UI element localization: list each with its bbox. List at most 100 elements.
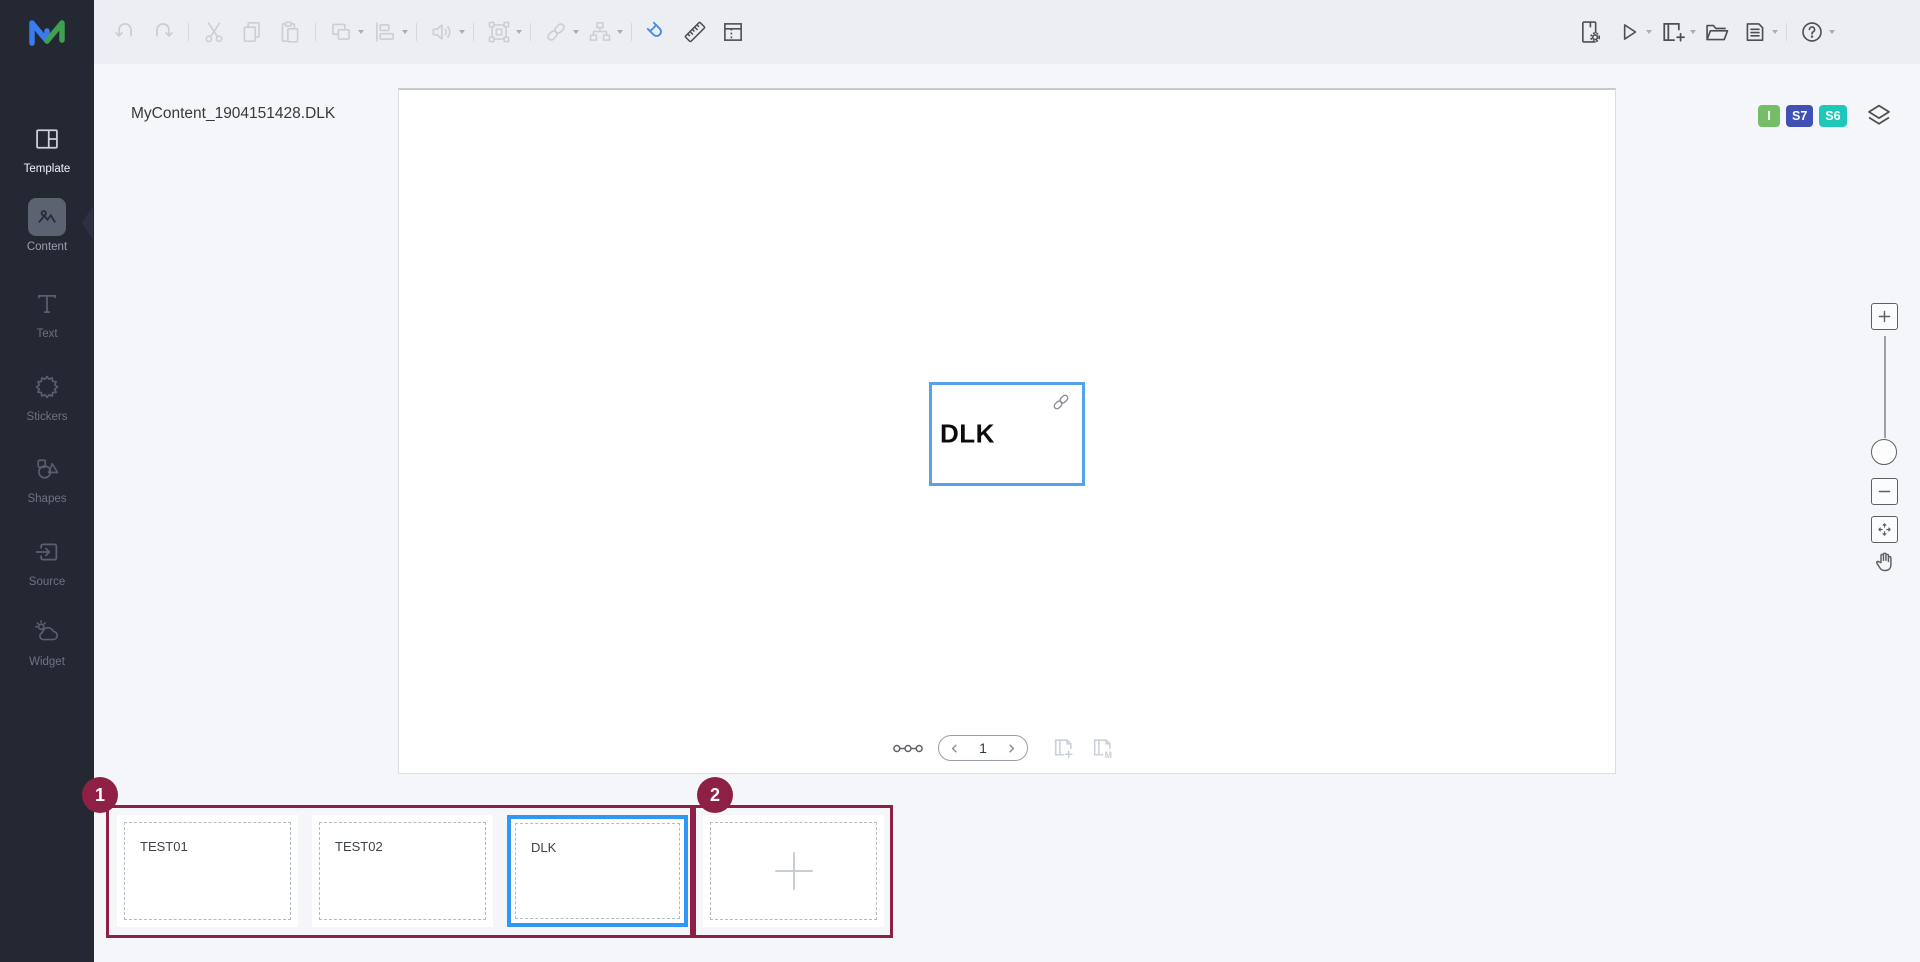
sidebar-item-stickers[interactable]: Stickers (0, 368, 94, 423)
template-icon (28, 120, 66, 158)
sidebar-item-template[interactable]: Template (0, 120, 94, 175)
group-button[interactable] (485, 18, 513, 46)
folder-open-icon (1703, 18, 1731, 46)
toolbar-separator (315, 23, 316, 41)
sidebar-item-widget[interactable]: Widget (0, 613, 94, 668)
canvas[interactable]: DLK 1 M (398, 88, 1616, 774)
page-overview-button[interactable] (892, 742, 924, 755)
layers-button[interactable] (1864, 100, 1894, 130)
stickers-icon (28, 368, 66, 406)
sidebar-item-label: Source (0, 576, 94, 588)
thumbnail-label: DLK (531, 840, 556, 855)
save-dropdown-caret[interactable] (1772, 30, 1778, 34)
toolbar-separator (416, 23, 417, 41)
sidebar-item-label: Widget (0, 656, 94, 668)
sidebar-item-label: Stickers (0, 411, 94, 423)
play-icon (1616, 19, 1642, 45)
page-pager: 1 (938, 735, 1028, 761)
sidebar-item-content[interactable]: Content (0, 198, 94, 253)
zoom-out-button[interactable] (1871, 478, 1898, 505)
redo-button[interactable] (149, 18, 177, 46)
sidebar-item-shapes[interactable]: Shapes (0, 450, 94, 505)
source-icon (28, 533, 66, 571)
annotation-step-2: 2 (697, 777, 733, 813)
zoom-slider-handle[interactable] (1871, 439, 1897, 465)
paste-button[interactable] (276, 18, 304, 46)
link-button[interactable] (542, 18, 570, 46)
link-icon (543, 19, 569, 45)
app-logo (0, 0, 94, 64)
hierarchy-dropdown-caret[interactable] (617, 30, 623, 34)
next-page-button[interactable] (1005, 742, 1018, 755)
audio-button[interactable] (428, 18, 456, 46)
add-master-page-button[interactable]: M (1090, 736, 1115, 761)
thumbnail-frame: TEST02 (319, 822, 486, 920)
pan-tool-button[interactable] (1872, 548, 1899, 575)
arrange-button[interactable] (327, 18, 355, 46)
preview-button[interactable] (1615, 18, 1643, 46)
page-thumbnail-test01[interactable]: TEST01 (117, 815, 298, 927)
page-thumbnail-dlk-selected[interactable]: DLK (507, 815, 688, 927)
sidebar: Template Content Text Stickers (0, 0, 94, 962)
save-button[interactable] (1741, 18, 1769, 46)
toolbar-right-group (1572, 0, 1837, 64)
layers-icon (1864, 100, 1894, 130)
page-overview-icon (892, 742, 924, 755)
thumbnail-label: TEST01 (140, 839, 188, 854)
sidebar-item-source[interactable]: Source (0, 533, 94, 588)
toolbar (94, 0, 1920, 64)
document-settings-button[interactable] (1577, 18, 1605, 46)
link-dropdown-caret[interactable] (573, 30, 579, 34)
toolbar-separator (473, 23, 474, 41)
toolbar-separator (1786, 23, 1787, 41)
add-page-dropdown-caret[interactable] (1690, 30, 1696, 34)
thumbnail-frame: TEST01 (124, 822, 291, 920)
copy-icon (239, 19, 265, 45)
current-page-number: 1 (979, 740, 987, 756)
svg-text:M: M (1105, 749, 1112, 759)
undo-button[interactable] (111, 18, 139, 46)
undo-icon (112, 19, 138, 45)
cut-button[interactable] (200, 18, 228, 46)
sidebar-item-text[interactable]: Text (0, 285, 94, 340)
cut-icon (201, 19, 227, 45)
help-dropdown-caret[interactable] (1829, 30, 1835, 34)
redo-icon (150, 19, 176, 45)
thumbnail-frame: DLK (515, 823, 680, 919)
snap-magnet-icon (644, 19, 670, 45)
snap-button[interactable] (643, 18, 671, 46)
arrange-dropdown-caret[interactable] (358, 30, 364, 34)
page-master-icon: M (1090, 736, 1115, 761)
zoom-slider-track[interactable] (1884, 336, 1886, 438)
element-link-icon[interactable] (1050, 391, 1072, 413)
toolbar-left-group (106, 0, 752, 64)
page-thumbnail-test02[interactable]: TEST02 (312, 815, 493, 927)
paste-icon (277, 19, 303, 45)
selected-element-dlk[interactable]: DLK (929, 382, 1085, 486)
ruler-button[interactable] (681, 18, 709, 46)
table-button[interactable] (719, 18, 747, 46)
open-button[interactable] (1703, 18, 1731, 46)
status-badge-i: I (1758, 105, 1780, 127)
prev-page-button[interactable] (948, 742, 961, 755)
add-page-button[interactable] (1659, 18, 1687, 46)
preview-dropdown-caret[interactable] (1646, 30, 1652, 34)
content-icon (28, 198, 66, 236)
add-page-thumbnail[interactable] (703, 815, 884, 927)
fit-to-screen-button[interactable] (1871, 516, 1898, 543)
align-dropdown-caret[interactable] (402, 30, 408, 34)
document-settings-icon (1577, 18, 1605, 46)
group-dropdown-caret[interactable] (516, 30, 522, 34)
align-button[interactable] (371, 18, 399, 46)
add-page-after-button[interactable] (1051, 736, 1076, 761)
hierarchy-icon (587, 19, 613, 45)
hierarchy-button[interactable] (586, 18, 614, 46)
help-button[interactable] (1798, 18, 1826, 46)
save-icon (1742, 19, 1768, 45)
arrange-icon (328, 19, 354, 45)
copy-button[interactable] (238, 18, 266, 46)
audio-dropdown-caret[interactable] (459, 30, 465, 34)
element-text: DLK (940, 419, 995, 450)
zoom-in-button[interactable] (1871, 303, 1898, 330)
sidebar-item-label: Content (0, 241, 94, 253)
